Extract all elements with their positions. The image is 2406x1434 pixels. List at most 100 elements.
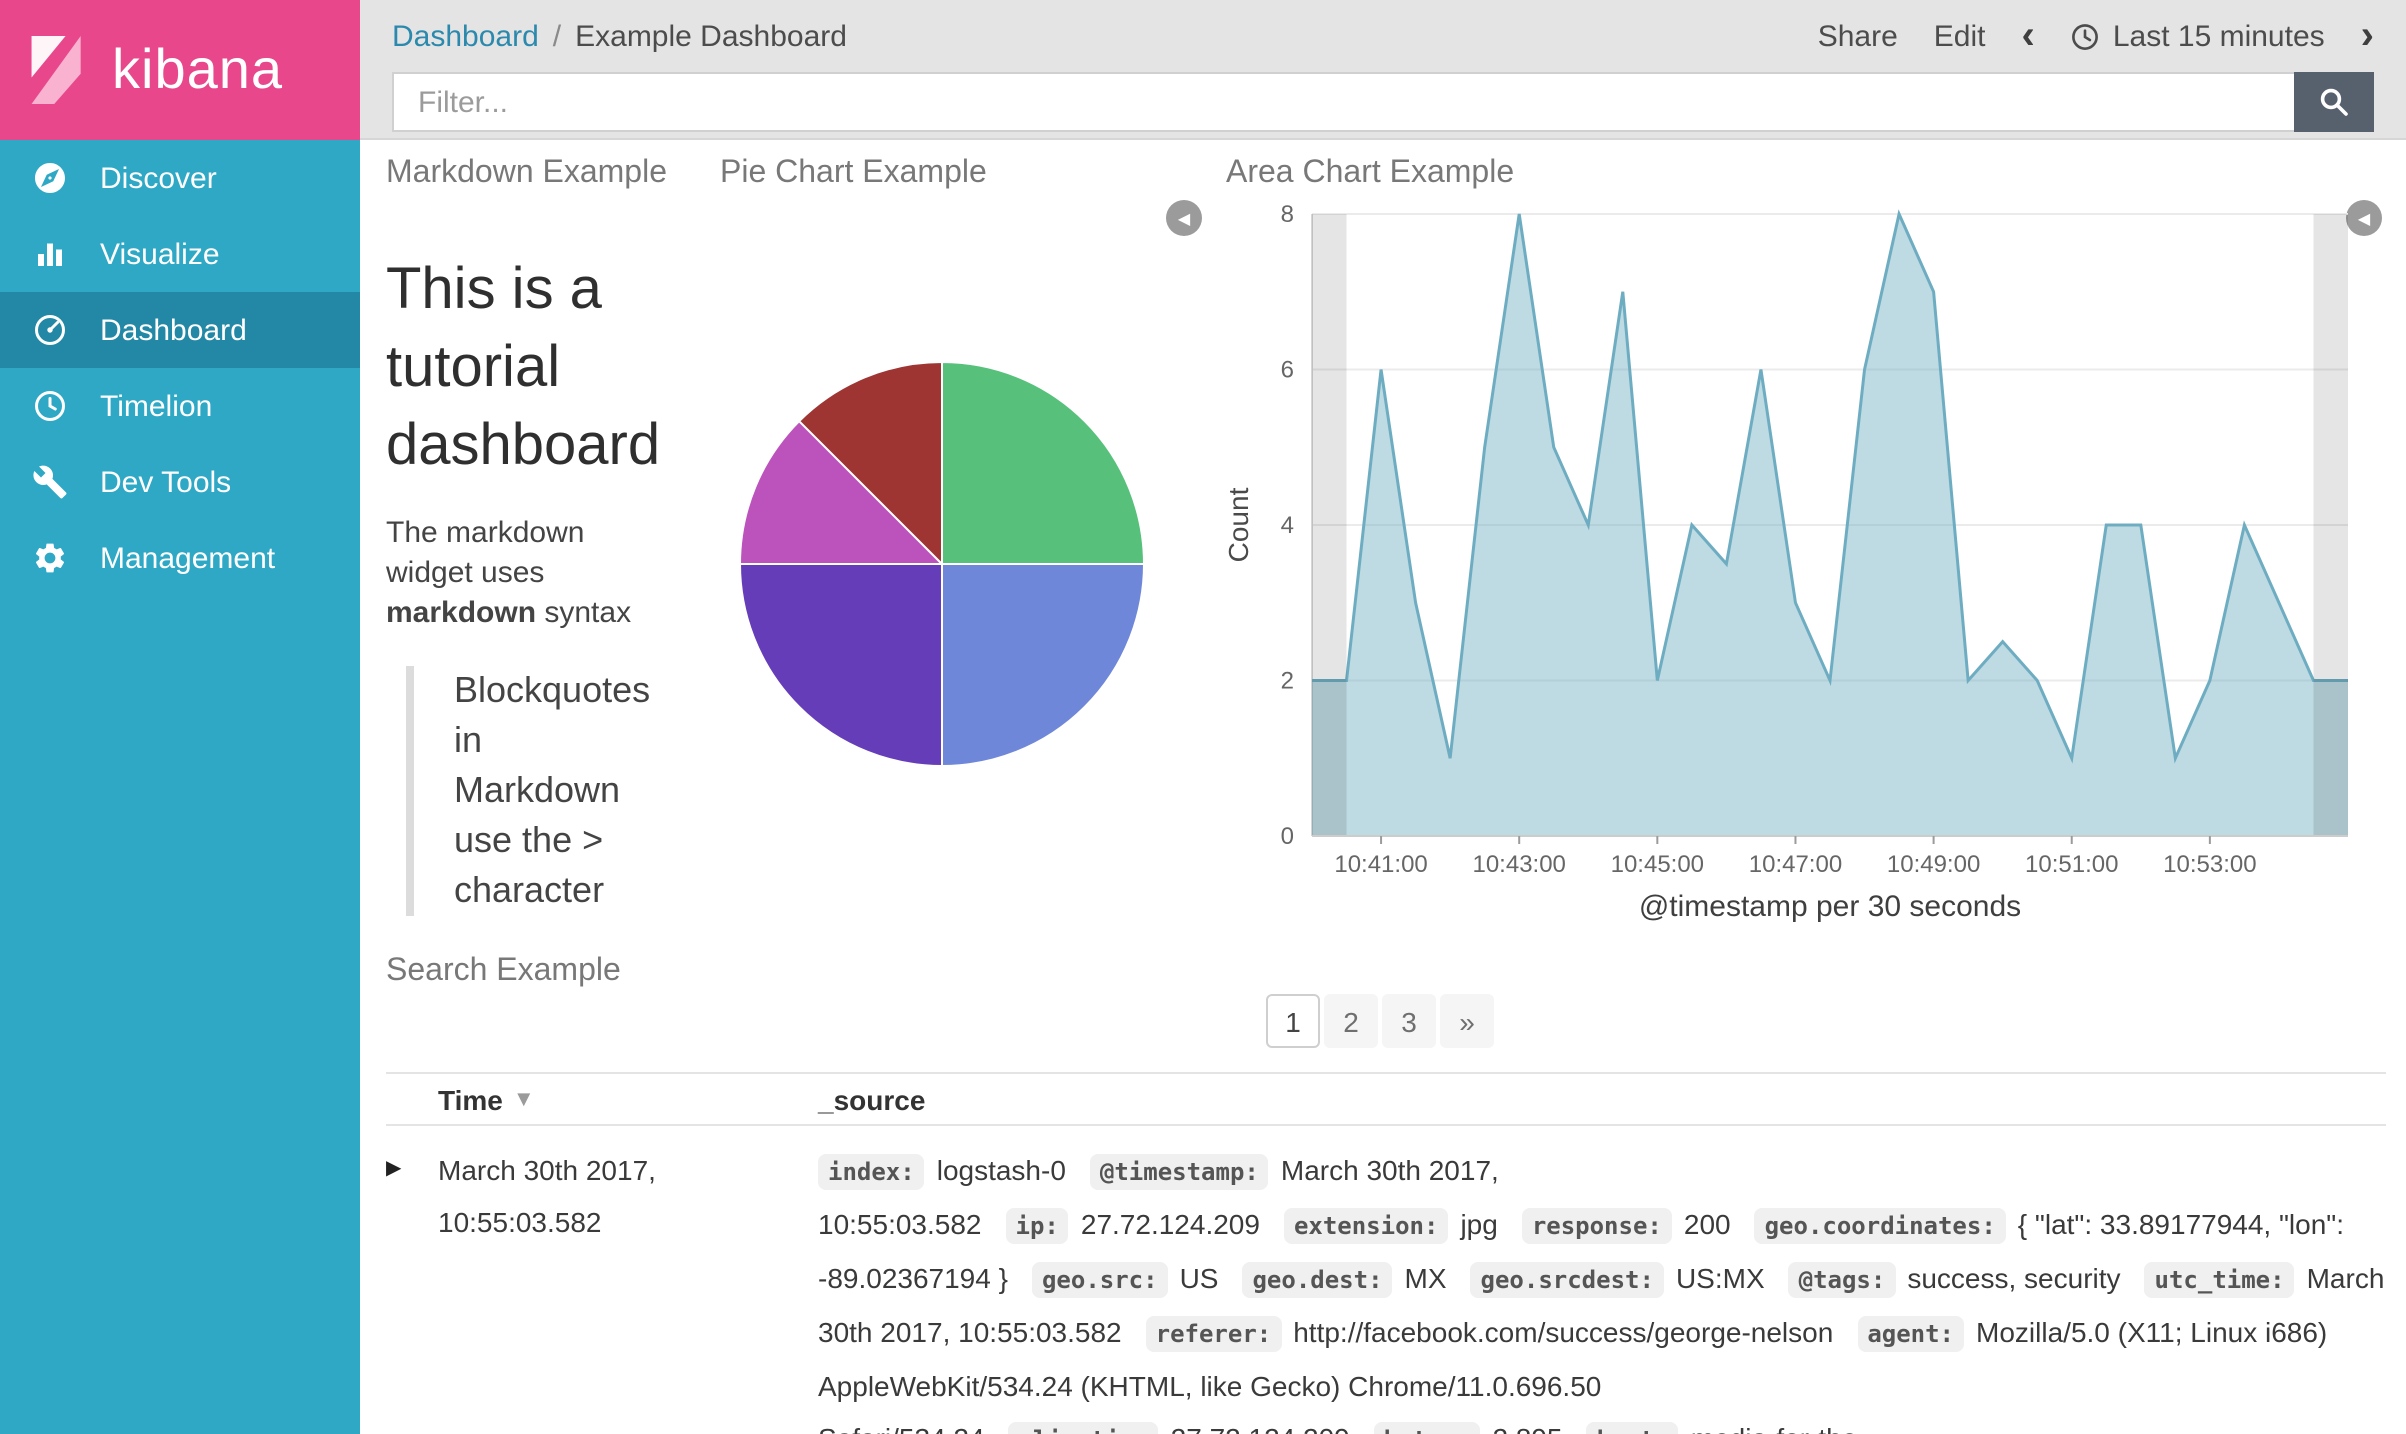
wrench-icon (30, 462, 70, 502)
sidebar-item-dev-tools[interactable]: Dev Tools (0, 444, 360, 520)
search-pagination: 1 2 3» (820, 994, 1940, 1048)
pagination-page-2-button[interactable]: 2 (1324, 994, 1378, 1048)
x-axis-tick-label: 10:51:00 (2025, 851, 2118, 878)
bar-chart-icon (30, 234, 70, 274)
search-icon (2320, 88, 2348, 116)
sort-desc-icon: ▼ (512, 1087, 535, 1111)
row-source: index: logstash-0 @timestamp: March 30th 20… (818, 1144, 2386, 1434)
edit-button[interactable]: Edit (1934, 19, 1986, 53)
field-key: geo.srcdest: (1470, 1262, 1664, 1298)
field-key: geo.coordinates: (1754, 1208, 2006, 1244)
pie-slice-1[interactable] (941, 360, 1146, 565)
field-key: @tags: (1788, 1262, 1896, 1298)
field-value: 2,895 (1492, 1422, 1562, 1434)
table-header-row: Time ▼ _source (386, 1072, 2386, 1126)
time-back-button[interactable]: ‹ (2022, 16, 2035, 56)
sidebar-item-dashboard[interactable]: Dashboard (0, 292, 360, 368)
field-key: @timestamp: (1089, 1154, 1269, 1190)
pie-slice-3[interactable] (738, 563, 943, 768)
gauge-icon (30, 310, 70, 350)
sidebar-nav: Discover Visualize Dashboard Timelion Dev To… (0, 140, 360, 596)
dashboard-grid: Markdown Example Pie Chart Example Area … (360, 140, 2406, 1434)
field-key: extension: (1283, 1208, 1449, 1244)
field-value: US:MX (1675, 1262, 1765, 1294)
sidebar-item-discover[interactable]: Discover (0, 140, 360, 216)
search-table-body: ▶ March 30th 2017, 10:55:03.582 index: logs… (386, 1126, 2386, 1434)
sidebar-item-label: Discover (100, 161, 217, 195)
search-results-table: Time ▼ _source ▶ March 30th 2017, 10:55:0… (386, 1072, 2386, 1434)
table-row: ▶ March 30th 2017, 10:55:03.582 index: logs… (386, 1126, 2386, 1434)
pie-slice-2[interactable] (941, 563, 1146, 768)
field-value: logstash-0 (936, 1154, 1066, 1186)
sidebar-item-label: Management (100, 541, 276, 575)
sidebar-item-management[interactable]: Management (0, 520, 360, 596)
markdown-paragraph-text: syntax (536, 596, 632, 630)
pagination-page-1-button[interactable]: 1 (1266, 994, 1320, 1048)
breadcrumb-separator: / (552, 19, 562, 53)
query-bar (376, 72, 2390, 132)
y-axis-tick-label: 0 (1281, 823, 1294, 850)
field-key: referer: (1145, 1316, 1282, 1352)
sidebar-item-visualize[interactable]: Visualize (0, 216, 360, 292)
field-key: bytes: (1373, 1422, 1481, 1434)
chart-endzone-right (2313, 214, 2348, 836)
markdown-paragraph-bold: markdown (386, 596, 537, 630)
breadcrumb: Dashboard / Example Dashboard (392, 19, 847, 53)
field-key: geo.src: (1031, 1262, 1168, 1298)
field-key: host: (1586, 1422, 1679, 1434)
breadcrumb-dashboard-link[interactable]: Dashboard (392, 19, 539, 53)
field-key: index: (818, 1154, 925, 1190)
kibana-app: kibana Discover Visualize Dashboard Timelio… (0, 0, 2406, 1434)
table-header-source: _source (818, 1083, 926, 1115)
field-value: http://facebook.com/success/george-nelso… (1293, 1316, 1834, 1348)
breadcrumb-row: Dashboard / Example Dashboard Share Edit… (376, 8, 2390, 64)
field-key: agent: (1857, 1316, 1965, 1352)
markdown-paragraph-text: The markdown widget uses (386, 516, 585, 590)
y-axis-title: Count (1223, 487, 1254, 562)
field-value: jpg (1460, 1208, 1498, 1240)
time-column-label: Time (438, 1083, 503, 1115)
filter-input[interactable] (392, 72, 2294, 132)
top-header: Dashboard / Example Dashboard Share Edit… (360, 0, 2406, 140)
chart-endzone-left (1312, 214, 1347, 836)
y-axis-tick-label: 4 (1281, 512, 1294, 539)
sidebar-item-label: Visualize (100, 237, 220, 271)
area-panel-title: Area Chart Example (1226, 156, 1515, 190)
expand-row-button[interactable]: ▶ (386, 1144, 438, 1180)
global-actions: Share Edit ‹ Last 15 minutes › (1818, 16, 2374, 56)
compass-icon (30, 158, 70, 198)
y-axis-tick-label: 2 (1281, 668, 1294, 695)
kibana-logo[interactable]: kibana (0, 0, 360, 140)
pie-panel-title: Pie Chart Example (720, 156, 987, 190)
markdown-blockquote: Blockquotes in Markdown use the > charac… (406, 666, 650, 916)
sidebar-item-label: Dashboard (100, 313, 247, 347)
field-value: 27.72.124.209 (1171, 1422, 1350, 1434)
field-key: utc_time: (2144, 1262, 2295, 1298)
pie-chart (738, 360, 1146, 768)
field-value: 27.72.124.209 (1080, 1208, 1260, 1240)
x-axis-tick-label: 10:53:00 (2163, 851, 2256, 878)
search-button[interactable] (2294, 72, 2374, 132)
time-forward-button[interactable]: › (2361, 16, 2374, 56)
field-value: 200 (1683, 1208, 1731, 1240)
sidebar-item-label: Timelion (100, 389, 213, 423)
pagination-page-3-button[interactable]: 3 (1382, 994, 1436, 1048)
table-header-time[interactable]: Time ▼ (438, 1083, 818, 1115)
markdown-panel-title: Markdown Example (386, 156, 667, 190)
time-range-label: Last 15 minutes (2112, 19, 2325, 53)
field-value: success, security (1907, 1262, 2121, 1294)
x-axis-tick-label: 10:49:00 (1887, 851, 1980, 878)
time-picker-button[interactable]: Last 15 minutes (2071, 19, 2325, 53)
x-axis-tick-label: 10:47:00 (1749, 851, 1842, 878)
x-axis-tick-label: 10:45:00 (1611, 851, 1704, 878)
x-axis-tick-label: 10:41:00 (1334, 851, 1427, 878)
sidebar-item-timelion[interactable]: Timelion (0, 368, 360, 444)
kibana-wordmark: kibana (112, 38, 284, 100)
breadcrumb-current: Example Dashboard (575, 19, 847, 53)
gear-icon (30, 538, 70, 578)
pagination-next-button[interactable]: » (1440, 994, 1494, 1048)
field-key: response: (1521, 1208, 1672, 1244)
pie-panel-collapse-button[interactable]: ◀ (1166, 200, 1202, 236)
markdown-panel: This is a tutorial dashboard The markdow… (386, 252, 736, 916)
share-button[interactable]: Share (1818, 19, 1898, 53)
